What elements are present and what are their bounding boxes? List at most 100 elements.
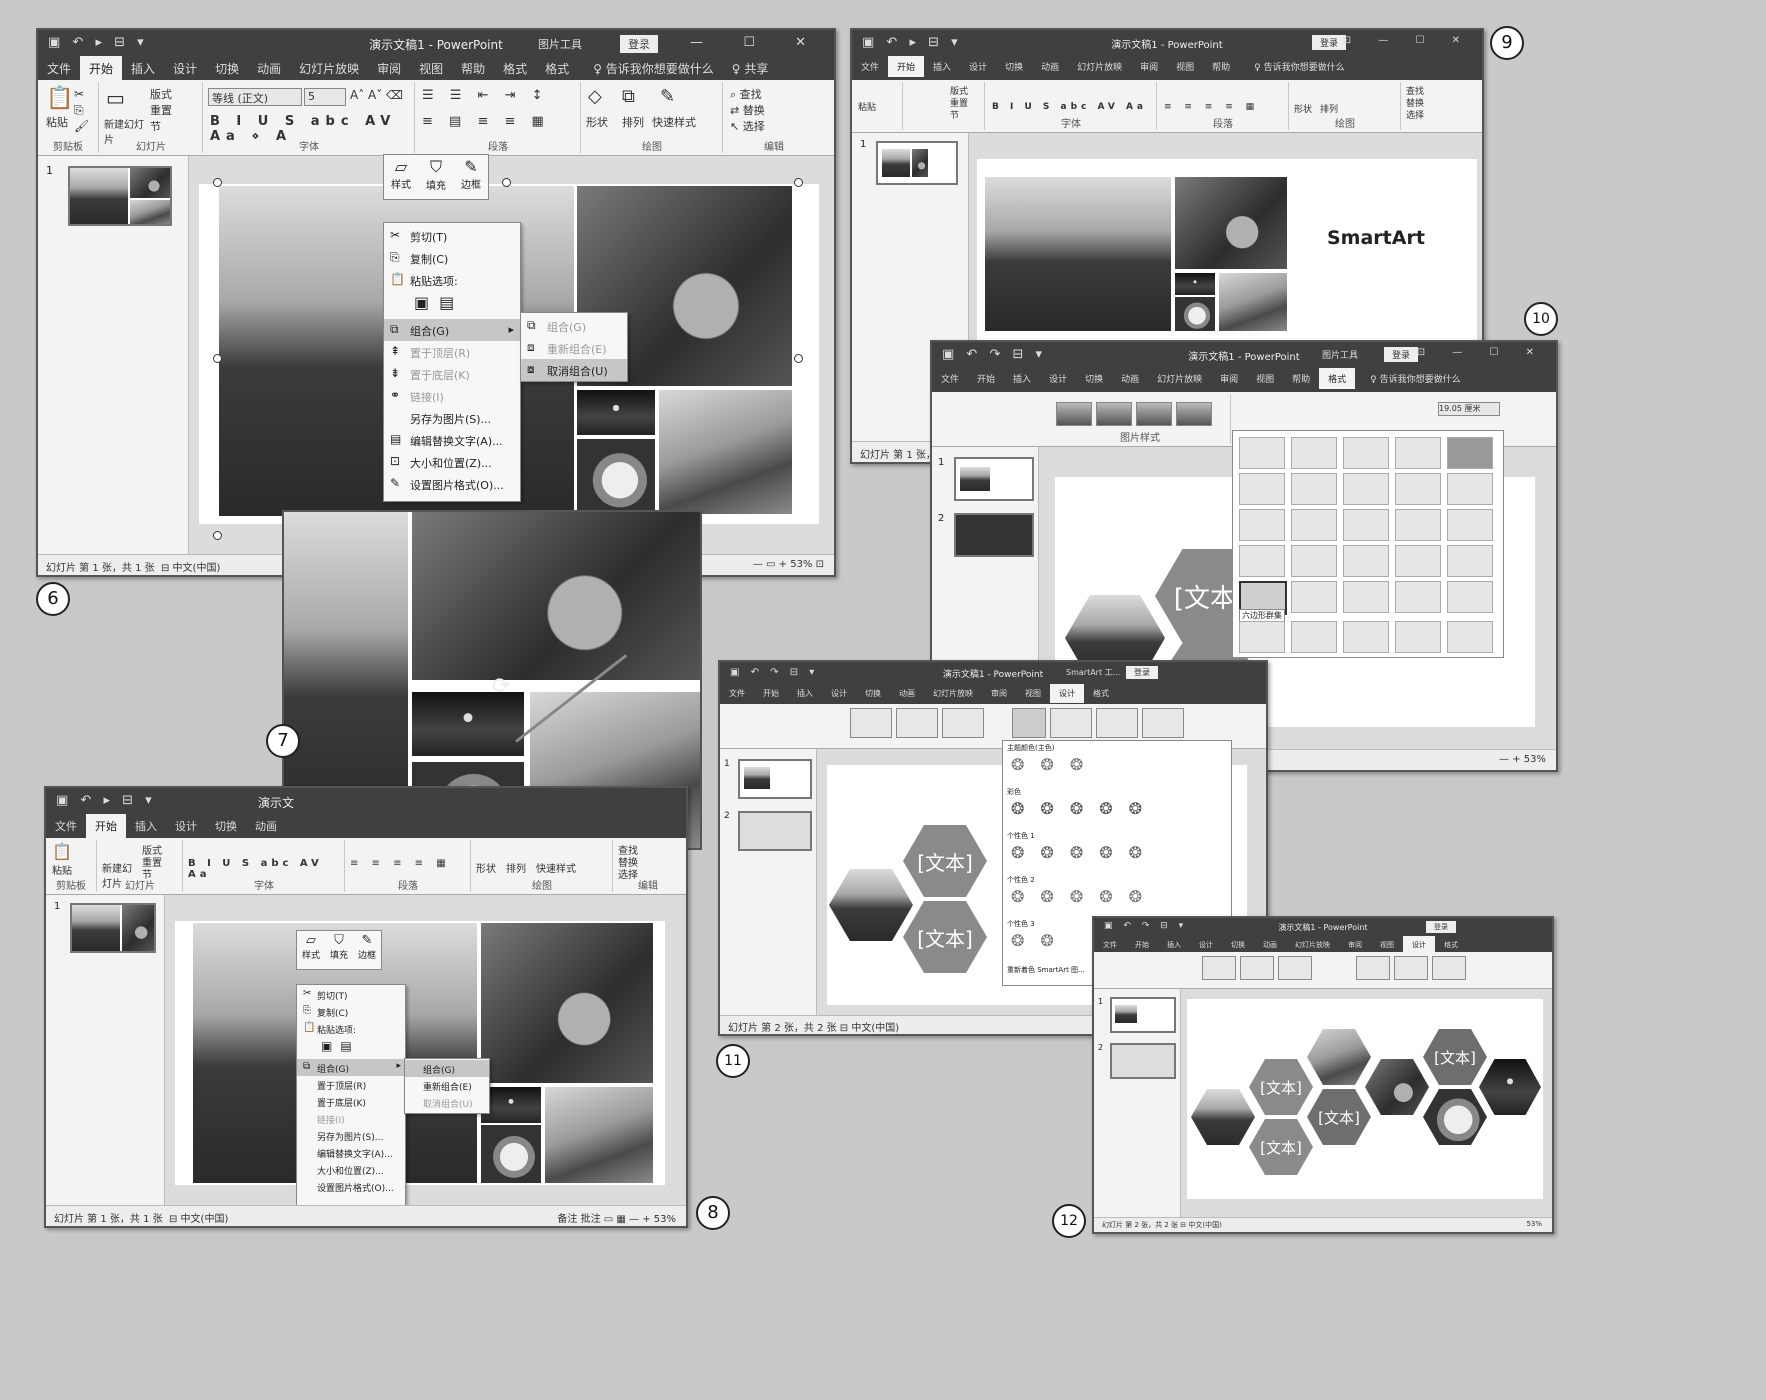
- tab-insert[interactable]: 插入: [1004, 368, 1040, 389]
- smartart-title-text[interactable]: SmartArt: [1327, 227, 1425, 249]
- smartart-style-option[interactable]: [1142, 708, 1184, 738]
- village-house-photo[interactable]: [1219, 273, 1287, 331]
- tab-design[interactable]: 设计: [1040, 368, 1076, 389]
- tab-insert[interactable]: 插入: [924, 56, 960, 77]
- tab-help[interactable]: 帮助: [1283, 368, 1319, 389]
- slide-thumbnail-selected[interactable]: [954, 513, 1034, 557]
- layout-option[interactable]: [1291, 509, 1337, 541]
- layout-option[interactable]: [1291, 473, 1337, 505]
- align-icons[interactable]: ≡ ≡ ≡ ≡ ▦: [350, 858, 451, 869]
- layout-option[interactable]: [1343, 581, 1389, 613]
- font-size-field[interactable]: 5: [304, 88, 346, 106]
- layout-option[interactable]: [1291, 437, 1337, 469]
- menu-alt-text[interactable]: 编辑替换文字(A)...: [297, 1144, 405, 1161]
- menu-save-as-picture[interactable]: 另存为图片(S)...: [297, 1127, 405, 1144]
- align-icons[interactable]: ≡ ≡ ≡ ≡ ▦: [1164, 102, 1259, 112]
- hex-text[interactable]: [文本]: [1307, 1089, 1371, 1145]
- zoom-control[interactable]: 备注 批注 ▭ ▦ — + 53%: [557, 1210, 676, 1225]
- menu-link[interactable]: 链接(I): [297, 1110, 405, 1127]
- arrange-label[interactable]: 排列: [622, 114, 644, 130]
- tab-review[interactable]: 审阅: [368, 56, 410, 81]
- login-button[interactable]: 登录: [1384, 347, 1419, 362]
- paste-label[interactable]: 粘贴: [858, 100, 876, 113]
- paste-icon[interactable]: 📋: [46, 86, 73, 111]
- flower-photo[interactable]: [481, 1125, 541, 1183]
- tab-design[interactable]: 设计: [822, 684, 856, 703]
- paste-icon[interactable]: 📋: [52, 842, 72, 861]
- selection-handle[interactable]: [213, 178, 222, 187]
- city-night-photo[interactable]: [1175, 273, 1215, 295]
- list-icons[interactable]: ☰ ☰ ⇤ ⇥ ↕: [422, 88, 549, 103]
- rotate-handle-icon[interactable]: ⟳: [492, 674, 510, 699]
- tab-format[interactable]: 格式: [1084, 684, 1118, 703]
- menu-bring-front[interactable]: ⇞ 置于顶层(R): [384, 341, 520, 363]
- smartart-style-option[interactable]: [1432, 956, 1466, 980]
- hex-text[interactable]: [文本]: [1249, 1119, 1313, 1175]
- tab-animations[interactable]: 动画: [248, 56, 290, 81]
- hex-photo[interactable]: [829, 869, 913, 941]
- fish-pond-photo[interactable]: [481, 923, 653, 1083]
- tab-insert[interactable]: 插入: [126, 814, 166, 838]
- hex-photo[interactable]: [1479, 1059, 1541, 1115]
- style-button[interactable]: ▱ 样式: [297, 933, 325, 961]
- paste-label[interactable]: 粘贴: [52, 862, 72, 877]
- submenu-ungroup[interactable]: ⧇ 取消组合(U): [521, 359, 627, 381]
- picture-style-option[interactable]: [1096, 402, 1132, 426]
- tab-insert[interactable]: 插入: [122, 56, 164, 81]
- arrange-icon[interactable]: ⧉: [622, 86, 635, 107]
- section-button[interactable]: 节: [150, 118, 161, 134]
- height-field[interactable]: 19.05 厘米: [1438, 402, 1500, 416]
- smartart-style-option[interactable]: [1050, 708, 1092, 738]
- tab-design[interactable]: 设计: [164, 56, 206, 81]
- submenu-group[interactable]: ⧉ 组合(G): [521, 315, 627, 337]
- tab-file[interactable]: 文件: [932, 368, 968, 389]
- tab-home[interactable]: 开始: [80, 56, 123, 81]
- slide-canvas[interactable]: [文本] [文本] [文本] [文本]: [1187, 999, 1543, 1199]
- layout-option[interactable]: [1343, 545, 1389, 577]
- arrange-label[interactable]: 排列: [1320, 102, 1338, 115]
- hex-text[interactable]: [文本]: [903, 901, 987, 973]
- login-button[interactable]: 登录: [1126, 666, 1158, 679]
- window-controls[interactable]: ⊡ — ☐ ✕: [1417, 347, 1546, 358]
- tab-home[interactable]: 开始: [888, 56, 925, 77]
- layout-option[interactable]: [1291, 621, 1337, 653]
- layout-option[interactable]: [1291, 545, 1337, 577]
- layout-option[interactable]: [1447, 473, 1493, 505]
- fish-pond-photo[interactable]: [412, 512, 700, 680]
- tab-slideshow[interactable]: 幻灯片放映: [290, 56, 368, 81]
- zoom-control[interactable]: — + 53%: [1499, 754, 1546, 765]
- slide-canvas[interactable]: [175, 921, 665, 1185]
- layout-option[interactable]: [1395, 621, 1441, 653]
- tab-view[interactable]: 视图: [410, 56, 452, 81]
- tab-transitions[interactable]: 切换: [996, 56, 1032, 77]
- tab-slideshow[interactable]: 幻灯片放映: [924, 684, 982, 703]
- smartart-layout-option[interactable]: [896, 708, 938, 738]
- align-icons[interactable]: ≡ ▤ ≡ ≡ ▦: [422, 114, 550, 129]
- smartart-layout-option[interactable]: [1240, 956, 1274, 980]
- font-name-field[interactable]: 等线 (正文): [208, 88, 302, 106]
- layout-option[interactable]: [1343, 437, 1389, 469]
- slide-thumbnail[interactable]: [738, 759, 812, 799]
- submenu-regroup[interactable]: ⧈ 重新组合(E): [521, 337, 627, 359]
- slide-thumbnail[interactable]: [1110, 997, 1176, 1033]
- fill-button[interactable]: ⛉ 填充: [325, 933, 353, 961]
- smartart-layout-option[interactable]: [1278, 956, 1312, 980]
- window-controls[interactable]: ⊡ — ☐ ✕: [639, 35, 824, 50]
- tab-review[interactable]: 审阅: [1131, 56, 1167, 77]
- tab-smartart-design[interactable]: 设计: [1050, 684, 1084, 703]
- tab-help[interactable]: 帮助: [452, 56, 494, 81]
- slide-thumbnail[interactable]: [954, 457, 1034, 501]
- layout-option[interactable]: [1239, 473, 1285, 505]
- hex-text[interactable]: [文本]: [903, 825, 987, 897]
- smartart-style-option[interactable]: [1394, 956, 1428, 980]
- shapes-label[interactable]: 形状: [586, 114, 608, 130]
- city-night-photo[interactable]: [577, 390, 655, 435]
- zoom-control[interactable]: — ▭ + 53% ⊡: [753, 559, 824, 570]
- slide-thumbnail[interactable]: [876, 141, 958, 185]
- village-house-photo[interactable]: [545, 1087, 653, 1183]
- border-button[interactable]: ✎ 边框: [353, 933, 381, 961]
- tab-file[interactable]: 文件: [46, 814, 86, 838]
- tab-file[interactable]: 文件: [852, 56, 888, 77]
- notes-button[interactable]: 备注: [557, 1214, 577, 1225]
- hex-photo[interactable]: [1307, 1029, 1371, 1085]
